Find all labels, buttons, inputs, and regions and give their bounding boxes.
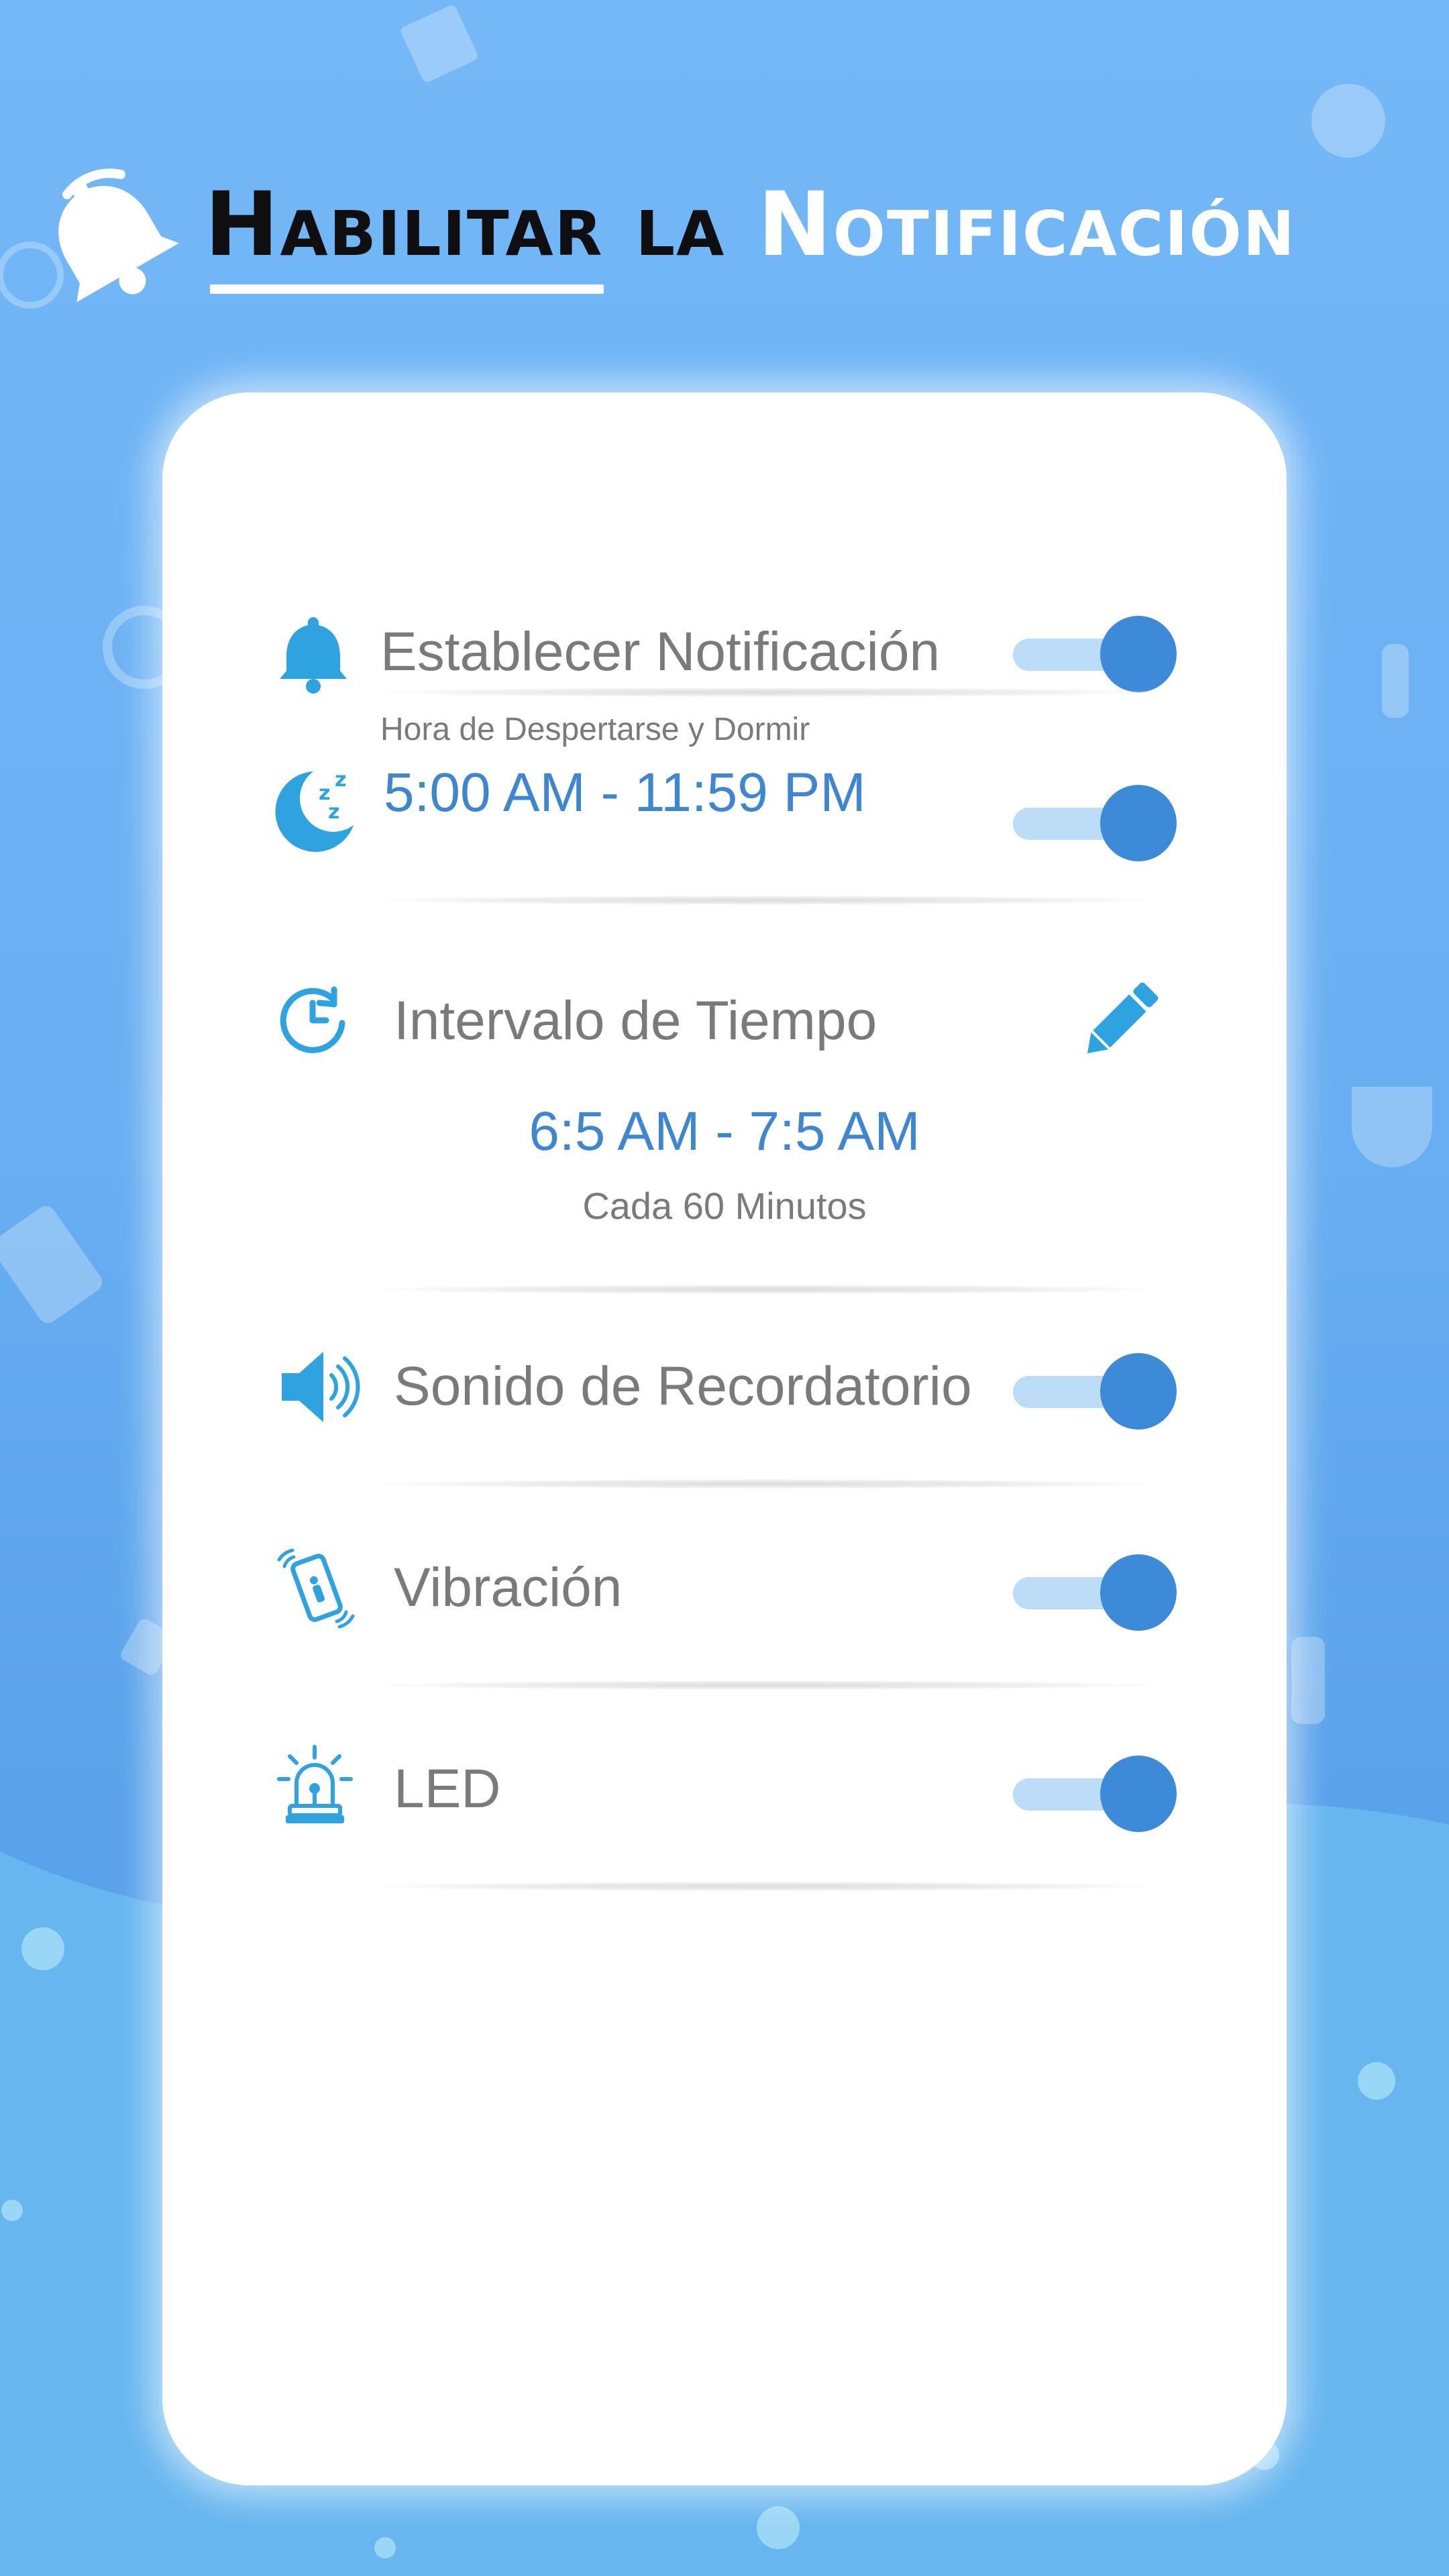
header: Habilitar la Notificación — [0, 134, 1449, 335]
interval-time-range[interactable]: 6:5 AM - 7:5 AM — [162, 1100, 1287, 1163]
led-row[interactable]: LED — [162, 1721, 1287, 1882]
toggle-knob — [1100, 785, 1177, 861]
divider — [384, 688, 1148, 697]
divider — [384, 1285, 1148, 1294]
moon-sleep-icon: z z z — [275, 768, 354, 852]
toggle-knob — [1100, 1554, 1177, 1631]
clock-icon — [280, 986, 345, 1053]
divider — [384, 1680, 1148, 1690]
interval-row: Intervalo de Tiempo 6:5 AM - 7:5 AM Cada… — [162, 969, 1287, 1291]
divider — [384, 1479, 1148, 1489]
page-title: Habilitar la Notificación — [205, 148, 1296, 302]
interval-label: Intervalo de Tiempo — [394, 990, 877, 1051]
sound-toggle[interactable] — [1013, 1353, 1177, 1431]
vibration-row[interactable]: Vibración — [162, 1519, 1287, 1680]
sleep-caption: Hora de Despertarse y Dormir — [380, 712, 810, 747]
toggle-knob — [1100, 1353, 1177, 1430]
vibration-toggle[interactable] — [1013, 1554, 1177, 1632]
divider — [384, 1882, 1148, 1891]
settings-card: Establecer Notificación Hora de Desperta… — [162, 392, 1287, 2485]
bell-icon — [280, 617, 347, 694]
siren-light-icon — [277, 1745, 353, 1823]
divider — [384, 896, 1148, 905]
notification-toggle[interactable] — [1013, 616, 1177, 694]
pencil-icon[interactable] — [1078, 979, 1162, 1063]
vibrating-phone-icon — [277, 1548, 355, 1629]
title-word-habilitar: Habilitar — [205, 148, 604, 302]
toggle-knob — [1100, 1756, 1177, 1832]
title-word-notificacion: Notificación — [757, 173, 1296, 276]
notification-label: Establecer Notificación — [380, 621, 941, 682]
vibration-label: Vibración — [394, 1557, 623, 1618]
speaker-icon — [282, 1352, 360, 1422]
title-word-la: la — [635, 173, 726, 276]
sleep-toggle[interactable] — [1013, 785, 1177, 863]
interval-frequency: Cada 60 Minutos — [582, 1185, 867, 1227]
sound-label: Sonido de Recordatorio — [394, 1356, 972, 1417]
toggle-knob — [1100, 616, 1177, 692]
sound-row[interactable]: Sonido de Recordatorio — [162, 1318, 1287, 1479]
svg-text:z: z — [328, 800, 339, 824]
notification-row[interactable]: Establecer Notificación — [162, 564, 1287, 698]
bell-icon — [58, 168, 179, 303]
title-underline — [210, 284, 604, 294]
led-toggle[interactable] — [1013, 1756, 1177, 1833]
svg-text:z: z — [335, 768, 346, 792]
sleep-time-range[interactable]: 5:00 AM - 11:59 PM — [384, 761, 866, 824]
led-label: LED — [394, 1758, 501, 1819]
sleep-row[interactable]: Hora de Despertarse y Dormir z z z 5:00 … — [162, 711, 1287, 912]
